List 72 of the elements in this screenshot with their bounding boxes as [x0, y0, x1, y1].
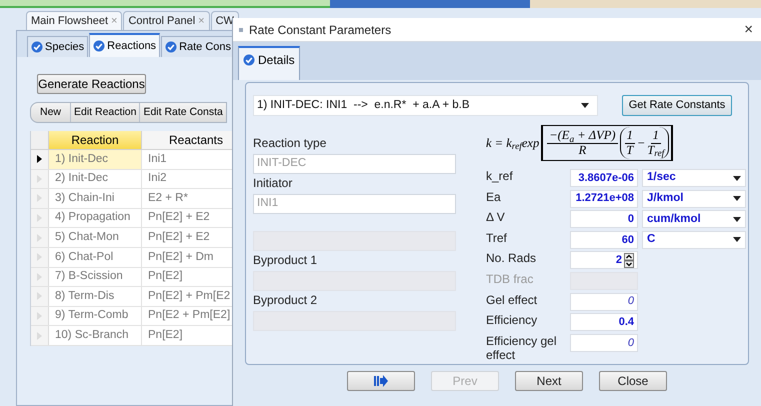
parameter-label: Efficiency gel effect: [486, 334, 558, 362]
window-icon: [239, 28, 243, 32]
dropdown-caret-icon: [733, 216, 741, 222]
toolbar-button[interactable]: Edit Reaction: [71, 103, 140, 122]
value-field[interactable]: 0: [570, 292, 638, 311]
dropdown-caret-icon: [581, 103, 589, 108]
unit-dropdown[interactable]: cum/kmol: [642, 210, 746, 228]
table-cell[interactable]: 7) B-Scission: [49, 268, 141, 286]
table-cell[interactable]: 5) Chat-Mon: [49, 228, 141, 247]
parameter-label: Efficiency: [486, 313, 538, 328]
value-field[interactable]: 1.2721e+08: [570, 190, 638, 208]
check-icon: [165, 41, 178, 53]
table-cell[interactable]: 3) Chain-Ini: [49, 189, 141, 208]
unit-dropdown[interactable]: C: [642, 230, 746, 249]
column-header[interactable]: Reaction: [49, 131, 141, 149]
check-icon: [31, 41, 43, 53]
field-label: Byproduct 2: [253, 292, 318, 309]
formula-text: k = k$_{ref}$exp: [486, 134, 540, 152]
document-tab[interactable]: Control Panel ×: [123, 11, 210, 30]
tab[interactable]: Details: [238, 46, 300, 80]
dialog-button[interactable]: Next: [515, 371, 583, 391]
table-cell[interactable]: 4) Propagation: [49, 208, 141, 228]
toolbar-button[interactable]: New: [31, 103, 71, 122]
reaction-dropdown[interactable]: 1) INIT-DEC: INI1 --> e.n.R* + a.A + b.B: [253, 95, 598, 116]
dropdown-caret-icon: [733, 196, 741, 202]
tab[interactable]: Reactions: [89, 33, 160, 57]
field-label: Reaction type: [253, 135, 326, 152]
parameter-label: No. Rads: [486, 251, 538, 266]
tab[interactable]: Species: [27, 36, 88, 57]
navigate-button[interactable]: [347, 371, 415, 391]
check-icon: [93, 40, 106, 52]
field-label: Byproduct 1: [253, 252, 318, 269]
table-cell[interactable]: 6) Chat-Pol: [49, 248, 141, 267]
parameter-label: Δ V: [486, 210, 506, 224]
field-label: Initiator: [253, 175, 292, 192]
table-cell[interactable]: 10) Sc-Branch: [49, 326, 141, 345]
table-cell[interactable]: 9) Term-Comb: [49, 306, 141, 326]
dialog-button[interactable]: Close: [599, 371, 667, 391]
unit-dropdown[interactable]: 1/sec: [642, 169, 746, 187]
parameter-label: Gel effect: [486, 292, 538, 307]
parameter-label: Tref: [486, 230, 508, 245]
toolbar-button[interactable]: Edit Rate Consta: [140, 103, 226, 122]
check-icon: [243, 54, 255, 66]
parameter-label: Ea: [486, 190, 502, 204]
formula-numerator: −(E$_{a}$ + ΔVP): [547, 129, 618, 144]
parameter-label: TDB frac: [486, 272, 534, 286]
value-field[interactable]: 0: [570, 210, 638, 228]
document-tab[interactable]: Main Flowsheet ×: [26, 11, 122, 30]
value-field[interactable]: 3.8607e-06: [570, 169, 638, 187]
table-cell[interactable]: 8) Term-Dis: [49, 287, 141, 306]
value-field[interactable]: 0: [570, 334, 638, 352]
table-cell[interactable]: 1) Init-Dec: [49, 150, 141, 169]
table-cell[interactable]: 2) Init-Dec: [49, 170, 141, 188]
parameter-label: k_ref: [486, 169, 514, 183]
formula-denominator: T: [626, 144, 634, 157]
dropdown-caret-icon: [733, 176, 741, 180]
dropdown-caret-icon: [733, 237, 741, 242]
spin-arrows-icon[interactable]: [624, 252, 634, 268]
value-field[interactable]: 60: [570, 230, 638, 249]
get-rate-constants-button[interactable]: Get Rate Constants: [622, 95, 732, 116]
formula-numerator: 1: [650, 129, 661, 144]
formula-denominator: T$_{ref}$: [647, 144, 664, 157]
formula-operator: −: [636, 134, 646, 152]
value-field[interactable]: 0.4: [570, 313, 638, 332]
formula-denominator: R: [578, 144, 586, 157]
close-button[interactable]: ×: [744, 22, 753, 37]
formula-numerator: 1: [624, 129, 635, 144]
window-title: Rate Constant Parameters: [249, 22, 392, 38]
spinner-field[interactable]: 2: [570, 251, 638, 270]
unit-dropdown[interactable]: J/kmol: [642, 190, 746, 208]
arrow-icon: [374, 375, 388, 387]
generate-reactions-button[interactable]: Generate Reactions: [37, 74, 146, 94]
